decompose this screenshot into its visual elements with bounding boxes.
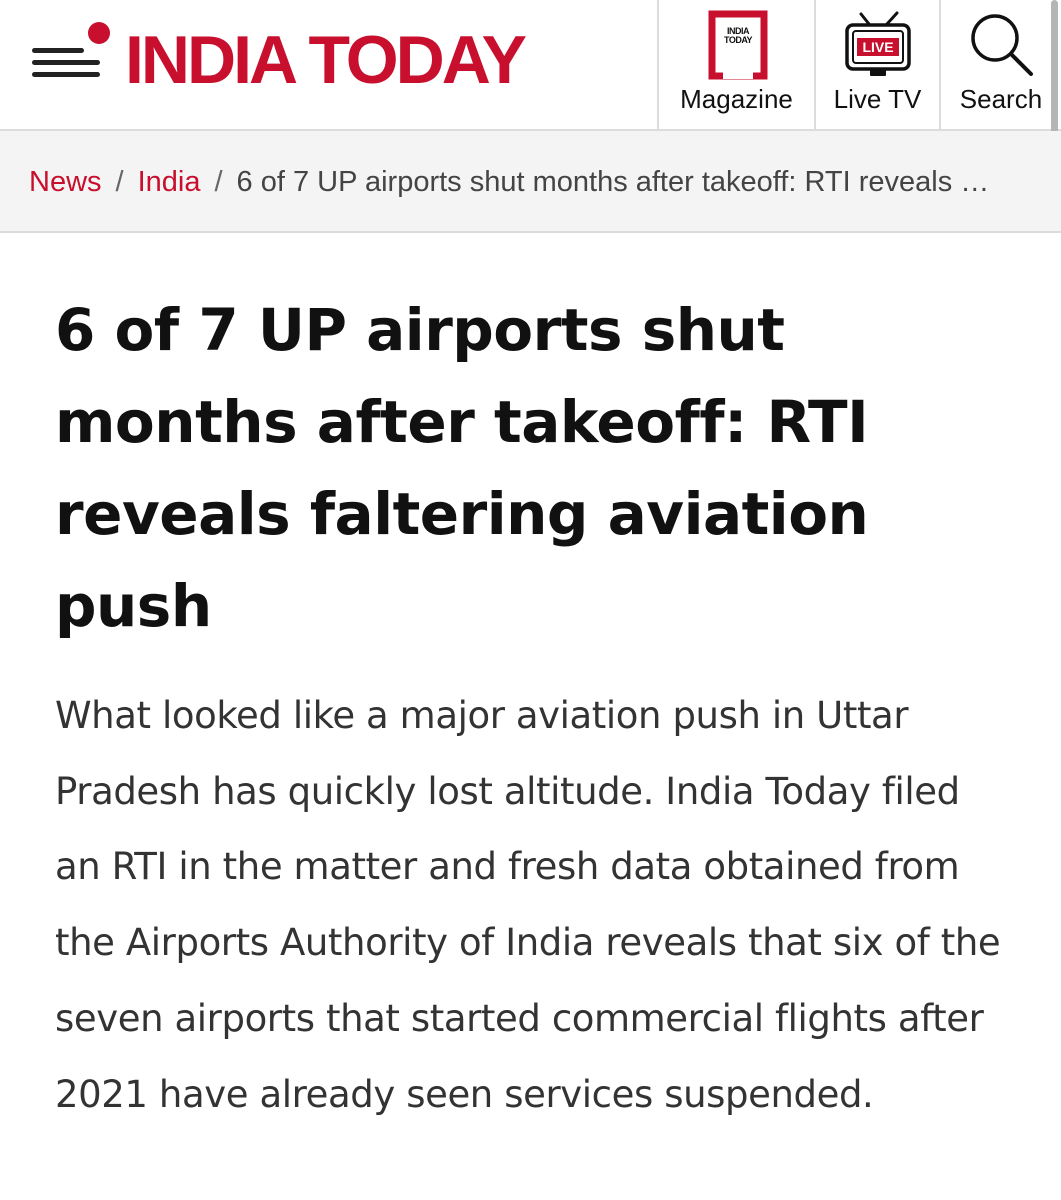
svg-text:TODAY: TODAY — [724, 35, 753, 45]
search-icon — [971, 14, 1033, 76]
magazine-icon: INDIA TODAY — [708, 10, 768, 80]
breadcrumb-link-news[interactable]: News — [29, 166, 102, 198]
tv-icon: LIVE — [845, 11, 911, 76]
breadcrumb-separator: / — [214, 166, 223, 198]
nav-magazine[interactable]: INDIA TODAY Magazine — [657, 0, 814, 131]
notification-dot — [88, 22, 110, 44]
breadcrumb-link-india[interactable]: India — [138, 166, 201, 198]
nav-search-label: Search — [959, 84, 1043, 114]
nav-live-tv[interactable]: LIVE Live TV — [814, 0, 939, 131]
india-today-logo[interactable]: INDIA TODAY — [125, 26, 527, 94]
menu-icon[interactable] — [32, 22, 110, 82]
nav-search[interactable]: Search — [939, 0, 1061, 131]
breadcrumb: News / India / 6 of 7 UP airports shut month… — [0, 131, 1061, 233]
article-headline: 6 of 7 UP airports shut months after tak… — [55, 296, 869, 640]
nav-magazine-label: Magazine — [680, 84, 793, 114]
breadcrumb-current: 6 of 7 UP airports shut months after tak… — [236, 166, 997, 198]
live-badge-text: LIVE — [862, 39, 893, 55]
article-summary: What looked like a major aviation push i… — [55, 694, 1001, 1116]
breadcrumb-separator: / — [115, 166, 124, 198]
nav-live-tv-label: Live TV — [833, 84, 922, 114]
site-header: INDIA TODAY INDIA TODAY Magazine LIVE Li… — [0, 0, 1061, 131]
